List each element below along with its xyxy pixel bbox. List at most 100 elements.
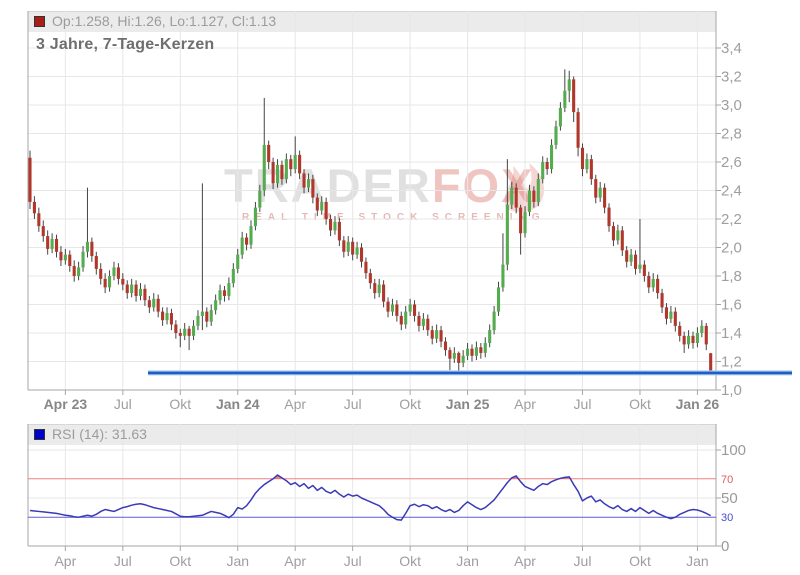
candle[interactable] xyxy=(302,173,305,187)
candle[interactable] xyxy=(612,226,615,240)
candle[interactable] xyxy=(68,255,71,266)
candle[interactable] xyxy=(674,312,677,326)
candle[interactable] xyxy=(532,191,535,202)
candle[interactable] xyxy=(475,347,478,356)
candle[interactable] xyxy=(289,159,292,169)
candle[interactable] xyxy=(170,313,173,324)
candle[interactable] xyxy=(638,265,641,269)
candle[interactable] xyxy=(135,285,138,296)
candle[interactable] xyxy=(607,208,610,227)
candle[interactable] xyxy=(493,312,496,331)
candle[interactable] xyxy=(263,145,266,191)
candle[interactable] xyxy=(656,279,659,293)
candle[interactable] xyxy=(64,255,67,261)
candle[interactable] xyxy=(373,283,376,293)
candle[interactable] xyxy=(139,289,142,296)
candle[interactable] xyxy=(81,252,84,268)
candle[interactable] xyxy=(174,324,177,333)
candle[interactable] xyxy=(161,312,164,321)
candle[interactable] xyxy=(678,326,681,336)
candle[interactable] xyxy=(329,219,332,230)
candle[interactable] xyxy=(369,273,372,283)
candle[interactable] xyxy=(121,279,124,285)
candle[interactable] xyxy=(550,145,553,169)
candle[interactable] xyxy=(687,336,690,345)
candle[interactable] xyxy=(108,276,111,287)
candle[interactable] xyxy=(294,155,297,169)
candle[interactable] xyxy=(33,202,36,213)
candle[interactable] xyxy=(395,305,398,316)
candle[interactable] xyxy=(652,279,655,288)
candle[interactable] xyxy=(400,316,403,325)
candle[interactable] xyxy=(435,330,438,339)
candle[interactable] xyxy=(183,329,186,336)
candle[interactable] xyxy=(241,238,244,255)
candle[interactable] xyxy=(46,236,49,249)
candle[interactable] xyxy=(488,330,491,343)
candle[interactable] xyxy=(188,329,191,336)
candle[interactable] xyxy=(683,336,686,345)
candle[interactable] xyxy=(333,222,336,231)
candle[interactable] xyxy=(528,191,531,212)
candle[interactable] xyxy=(417,316,420,326)
candle[interactable] xyxy=(519,208,522,234)
candle[interactable] xyxy=(391,305,394,312)
candle[interactable] xyxy=(55,239,58,252)
candle[interactable] xyxy=(316,198,319,211)
candle[interactable] xyxy=(196,316,199,326)
candle[interactable] xyxy=(382,285,385,302)
candle[interactable] xyxy=(603,188,606,208)
candle[interactable] xyxy=(73,266,76,276)
candle[interactable] xyxy=(572,79,575,112)
candle[interactable] xyxy=(205,312,208,322)
candle[interactable] xyxy=(342,240,345,251)
candle[interactable] xyxy=(258,191,261,208)
candle[interactable] xyxy=(325,202,328,219)
candle[interactable] xyxy=(510,188,513,205)
candle[interactable] xyxy=(364,262,367,273)
candle[interactable] xyxy=(501,265,504,288)
candle[interactable] xyxy=(647,276,650,287)
candle[interactable] xyxy=(272,162,275,183)
candle[interactable] xyxy=(104,279,107,288)
candle[interactable] xyxy=(506,205,509,265)
candle[interactable] xyxy=(709,353,712,371)
candle[interactable] xyxy=(192,326,195,336)
candle[interactable] xyxy=(210,310,213,321)
candle[interactable] xyxy=(497,287,500,311)
candle[interactable] xyxy=(621,230,624,250)
candle[interactable] xyxy=(298,155,301,174)
candle[interactable] xyxy=(245,238,248,245)
candle[interactable] xyxy=(559,108,562,127)
candle[interactable] xyxy=(360,248,363,262)
candle[interactable] xyxy=(267,145,270,162)
candle[interactable] xyxy=(143,289,146,300)
candle[interactable] xyxy=(625,250,628,261)
candle[interactable] xyxy=(280,165,283,179)
candle[interactable] xyxy=(577,112,580,148)
candle[interactable] xyxy=(201,312,204,316)
candle[interactable] xyxy=(157,299,160,312)
candle[interactable] xyxy=(307,179,310,188)
candle[interactable] xyxy=(665,307,668,318)
candle[interactable] xyxy=(696,333,699,343)
candle[interactable] xyxy=(470,349,473,356)
candle[interactable] xyxy=(404,312,407,325)
candle[interactable] xyxy=(630,255,633,262)
candle[interactable] xyxy=(462,356,465,363)
candle[interactable] xyxy=(634,255,637,269)
candle[interactable] xyxy=(409,305,412,312)
candle[interactable] xyxy=(112,267,115,276)
candle[interactable] xyxy=(691,336,694,343)
candle[interactable] xyxy=(223,290,226,296)
candle[interactable] xyxy=(351,242,354,255)
candle[interactable] xyxy=(669,312,672,319)
candle[interactable] xyxy=(563,91,566,108)
candle[interactable] xyxy=(99,269,102,279)
candle[interactable] xyxy=(523,212,526,233)
candle[interactable] xyxy=(585,159,588,169)
candle[interactable] xyxy=(338,222,341,241)
candle[interactable] xyxy=(386,302,389,312)
candle[interactable] xyxy=(285,159,288,179)
candle[interactable] xyxy=(705,326,708,345)
